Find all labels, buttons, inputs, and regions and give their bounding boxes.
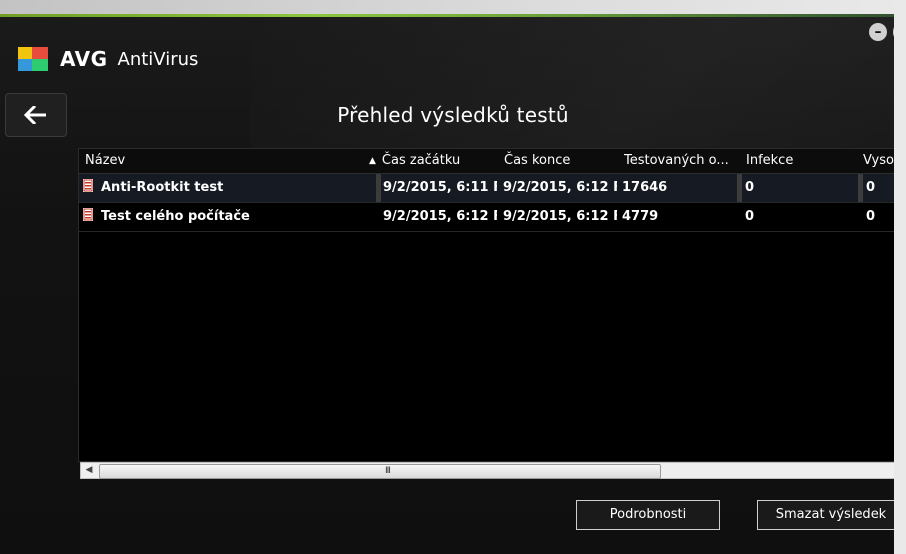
column-divider — [376, 174, 381, 202]
delete-result-button[interactable]: Smazat výsledek — [757, 500, 905, 530]
product-name: AntiVirus — [117, 48, 199, 70]
page-title: Přehled výsledků testů — [337, 103, 569, 127]
column-header-end-time[interactable]: Čas konce — [504, 149, 616, 173]
cell-infections: 0 — [745, 209, 755, 224]
table-row[interactable]: Anti-Rootkit test 9/2/2015, 6:11 F 9/2/2… — [79, 174, 906, 203]
minimize-icon: – — [874, 24, 882, 40]
cell-tested: 17646 — [622, 180, 668, 195]
app-branding: AVG AntiVirus — [18, 45, 198, 73]
column-header-name[interactable]: Název — [85, 149, 365, 173]
column-header-infections[interactable]: Infekce — [746, 149, 851, 173]
details-button[interactable]: Podrobnosti — [576, 500, 720, 530]
avg-logo-icon — [18, 47, 50, 71]
results-table: Název Čas začátku Čas konce Testovaných … — [78, 148, 906, 462]
cell-name: Anti-Rootkit test — [83, 174, 373, 202]
minimize-button[interactable]: – — [869, 23, 887, 41]
report-icon — [83, 208, 93, 221]
column-divider — [737, 174, 742, 202]
title-bar — [0, 0, 906, 14]
column-divider — [858, 174, 863, 202]
cell-infections: 0 — [745, 180, 755, 195]
table-row[interactable]: Test celého počítače 9/2/2015, 6:12 F 9/… — [79, 203, 906, 232]
row-name: Anti-Rootkit test — [101, 180, 224, 195]
cell-end-time: 9/2/2015, 6:12 F — [503, 180, 617, 195]
scroll-grip: III — [385, 466, 391, 476]
cell-tested: 4779 — [622, 209, 659, 224]
scroll-left-icon[interactable]: ◀ — [81, 463, 97, 478]
column-header-start-time[interactable]: Čas začátku — [369, 149, 485, 173]
brand-name: AVG — [60, 47, 108, 71]
scroll-thumb[interactable]: III — [99, 464, 661, 479]
accent-line — [0, 14, 906, 17]
report-icon — [83, 179, 93, 192]
horizontal-scrollbar[interactable]: ◀ III ▶ — [80, 462, 906, 479]
header-decor — [250, 17, 906, 157]
table-header: Název Čas začátku Čas konce Testovaných … — [79, 149, 906, 174]
cell-end-time: 9/2/2015, 6:12 F — [503, 209, 617, 224]
column-header-tested-objects[interactable]: Testovaných o... — [624, 149, 742, 173]
window-edge — [894, 0, 906, 554]
cell-start-time: 9/2/2015, 6:11 F — [383, 180, 497, 195]
cell-name: Test celého počítače — [83, 203, 373, 231]
app-window: AVG AntiVirus – × Přehled výsledků testů… — [0, 0, 906, 554]
cell-start-time: 9/2/2015, 6:12 F — [383, 209, 497, 224]
row-name: Test celého počítače — [101, 209, 250, 224]
